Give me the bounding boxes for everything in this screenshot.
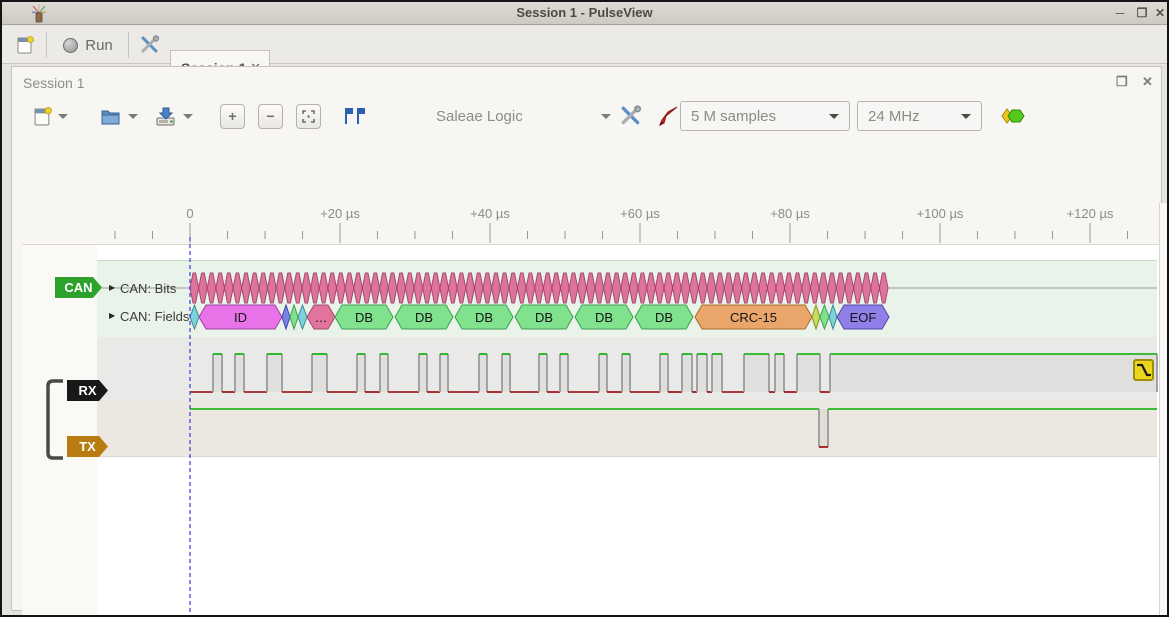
- session-toolbar: + −: [12, 98, 1161, 138]
- new-session-icon: [17, 36, 34, 54]
- can-bits-row-label: CAN: Bits: [120, 281, 176, 296]
- trace-view[interactable]: 0+20 µs+40 µs+60 µs+80 µs+100 µs+120 µsI…: [22, 203, 1169, 617]
- can-decoder-tag[interactable]: CAN: [55, 277, 102, 298]
- open-folder-icon: [100, 106, 122, 126]
- settings-button[interactable]: [134, 29, 166, 61]
- sample-rate-value: 24 MHz: [868, 108, 920, 125]
- close-button[interactable]: ✕: [1150, 4, 1169, 22]
- open-file-button[interactable]: [100, 100, 138, 132]
- chevron-down-icon: [961, 114, 971, 119]
- cursors-flags-icon: [342, 105, 366, 127]
- dock-close-button[interactable]: ✕: [1142, 74, 1153, 90]
- dock-float-button[interactable]: ❐: [1116, 74, 1128, 90]
- decoder-icon: [1000, 107, 1026, 125]
- session-dock: Session 1 ❐ ✕: [11, 66, 1162, 611]
- minimize-button[interactable]: ─: [1110, 4, 1130, 22]
- chevron-down-icon: [128, 114, 138, 119]
- decoder-trace-band: [97, 260, 1157, 337]
- configure-device-button[interactable]: [620, 100, 642, 132]
- vertical-scrollbar[interactable]: [1159, 203, 1169, 617]
- main-toolbar: Run Session 1 ✕: [2, 26, 1167, 64]
- dock-title: Session 1: [23, 75, 84, 91]
- tx-trace-band: [97, 400, 1157, 457]
- expand-arrow-icon[interactable]: ▶: [109, 283, 115, 292]
- zoom-fit-icon: [296, 104, 321, 129]
- device-select[interactable]: Saleae Logic: [436, 101, 611, 131]
- zoom-fit-button[interactable]: [296, 100, 321, 132]
- sample-count-value: 5 M samples: [691, 108, 776, 125]
- save-icon: [154, 106, 177, 127]
- app-window: Session 1 - PulseView ─ ❐ ✕ Run: [0, 0, 1169, 617]
- trace-label-margin: [22, 245, 97, 617]
- add-decoder-button[interactable]: [1000, 100, 1026, 132]
- chevron-down-icon: [601, 114, 611, 119]
- wrench-screwdriver-icon: [620, 105, 642, 127]
- maximize-button[interactable]: ❐: [1132, 4, 1152, 22]
- can-fields-row-label: CAN: Fields: [120, 309, 189, 324]
- show-cursors-button[interactable]: [342, 100, 366, 132]
- wrench-screwdriver-icon: [140, 35, 160, 55]
- falling-edge-icon: [1135, 361, 1152, 379]
- new-view-icon: [34, 107, 52, 126]
- sample-count-select[interactable]: 5 M samples: [680, 101, 850, 131]
- minus-icon: −: [258, 104, 283, 129]
- probe-icon: [656, 104, 680, 128]
- toolbar-separator: [128, 32, 129, 58]
- new-view-button[interactable]: [34, 100, 68, 132]
- zoom-in-button[interactable]: +: [220, 100, 245, 132]
- device-name: Saleae Logic: [436, 108, 523, 125]
- new-session-button[interactable]: [8, 29, 42, 61]
- trigger-marker[interactable]: [1133, 359, 1154, 381]
- chevron-down-icon: [183, 114, 193, 119]
- chevron-down-icon: [829, 114, 839, 119]
- title-bar: Session 1 - PulseView ─ ❐ ✕: [2, 2, 1167, 25]
- zoom-out-button[interactable]: −: [258, 100, 283, 132]
- plus-icon: +: [220, 104, 245, 129]
- time-ruler[interactable]: [22, 203, 1169, 245]
- run-label: Run: [85, 37, 113, 54]
- save-button[interactable]: [154, 100, 193, 132]
- window-title: Session 1 - PulseView: [2, 5, 1167, 20]
- toolbar-separator: [46, 32, 47, 58]
- expand-arrow-icon[interactable]: ▶: [109, 311, 115, 320]
- run-state-icon: [63, 38, 78, 53]
- sample-rate-select[interactable]: 24 MHz: [857, 101, 982, 131]
- channels-button[interactable]: [656, 100, 680, 132]
- run-button[interactable]: Run: [52, 28, 124, 62]
- chevron-down-icon: [58, 114, 68, 119]
- rx-trace-band: [97, 337, 1157, 400]
